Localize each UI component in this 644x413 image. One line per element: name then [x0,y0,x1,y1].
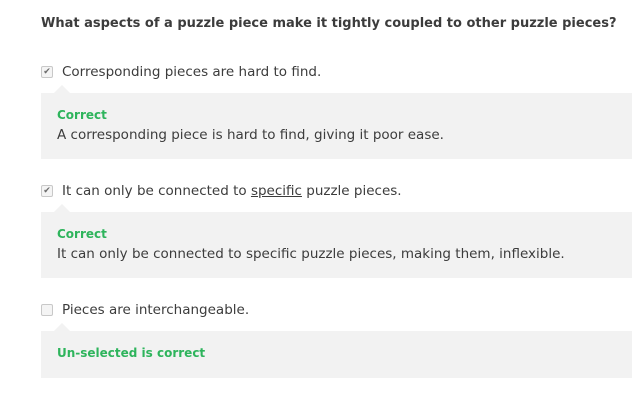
option-2-feedback: Correct It can only be connected to spec… [41,204,632,278]
question-title: What aspects of a puzzle piece make it t… [41,16,617,31]
option-3-label: Pieces are interchangeable. [62,302,250,318]
option-1-feedback: Correct A corresponding piece is hard to… [41,85,632,159]
option-2[interactable]: ✔ It can only be connected to specific p… [41,181,402,201]
option-3[interactable]: Pieces are interchangeable. [41,300,249,320]
option-3-feedback: Un-selected is correct [41,323,632,378]
option-2-label: It can only be connected to specific puz… [62,183,402,199]
option-1-feedback-title: Correct [57,108,107,122]
option-1-feedback-text: A corresponding piece is hard to find, g… [57,127,444,143]
option-2-feedback-text: It can only be connected to specific puz… [57,246,565,262]
option-2-label-start: It can only be connected to [62,183,251,199]
option-3-feedback-title: Un-selected is correct [57,346,206,360]
option-2-label-end: puzzle pieces. [301,183,402,199]
option-1-label: Corresponding pieces are hard to find. [62,64,322,80]
option-1[interactable]: ✔ Corresponding pieces are hard to find. [41,62,321,82]
option-1-checkbox[interactable]: ✔ [41,66,53,78]
option-2-feedback-title: Correct [57,227,107,241]
option-3-checkbox[interactable] [41,304,53,316]
option-2-checkbox[interactable]: ✔ [41,185,53,197]
option-2-label-underlined: specific [250,183,302,199]
